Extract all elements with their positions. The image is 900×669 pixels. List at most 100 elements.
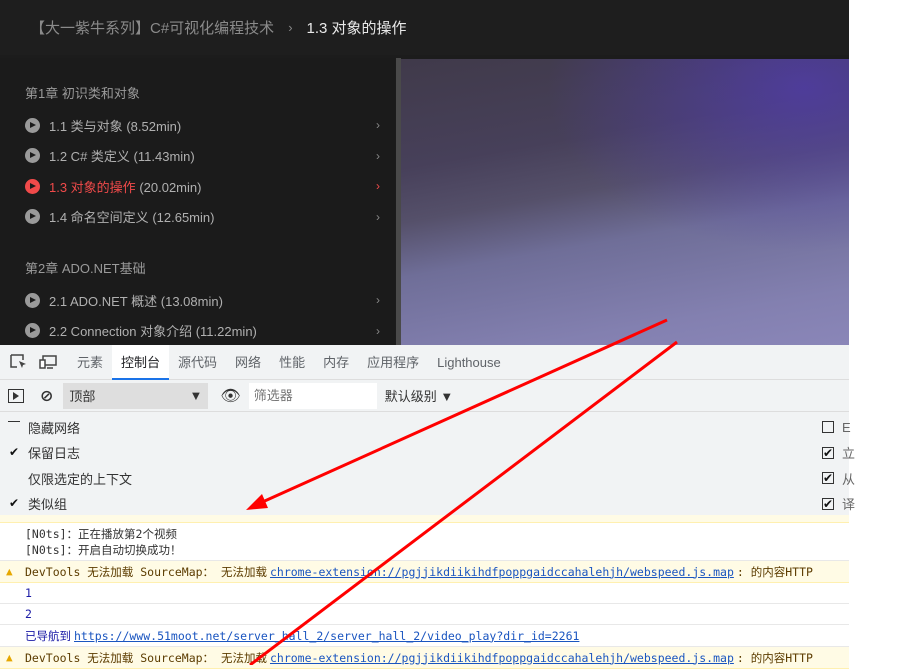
play-circle-icon — [25, 323, 40, 338]
checkbox-checked[interactable]: ✔ — [822, 497, 834, 510]
console-toolbar: ⊘ 顶部 ▼ 👁 默认级别 ▼ — [0, 380, 849, 412]
setting-option[interactable]: ✔ 译 — [822, 493, 855, 515]
checkbox-checked[interactable]: ✔ — [8, 497, 20, 510]
context-select[interactable]: 顶部 ▼ — [63, 382, 209, 409]
course-player: 【大一紫牛系列】C#可视化编程技术 › 1.3 对象的操作 第1章 初识类和对象… — [0, 0, 849, 345]
lesson-duration: (13.08min) — [160, 293, 223, 309]
clear-console-icon[interactable]: ⊘ — [40, 386, 53, 406]
breadcrumb: 【大一紫牛系列】C#可视化编程技术 › 1.3 对象的操作 — [0, 0, 849, 55]
console-log: [N0ts]：开启自动切换成功！ — [25, 542, 182, 557]
setting-label: E — [842, 419, 851, 435]
checkbox[interactable] — [822, 421, 834, 433]
tab-6[interactable]: 应用程序 — [358, 345, 428, 380]
chevron-right-icon: › — [376, 323, 380, 338]
filter-input[interactable] — [248, 382, 377, 409]
setting-label: 立 — [842, 446, 856, 461]
lesson-name: 1.3 对象的操作 — [49, 179, 136, 195]
warning-suffix: : 的内容HTTP — [736, 650, 813, 665]
warning-text: DevTools 无法加载 SourceMap： 无法加载 — [25, 650, 267, 665]
tab-4[interactable]: 性能 — [270, 345, 314, 380]
video-player[interactable] — [401, 59, 849, 345]
play-circle-icon — [25, 292, 40, 308]
checkbox-checked[interactable]: ✔ — [8, 446, 20, 459]
lesson-name: 1.2 C# 类定义 — [49, 149, 130, 164]
checkbox-hidden — [8, 472, 20, 484]
warning-icon: ▲ — [6, 651, 13, 664]
context-value: 顶部 — [69, 389, 96, 404]
log-level-select[interactable]: 默认级别 ▼ — [385, 386, 453, 405]
lesson-duration: (20.02min) — [139, 179, 202, 195]
warning-link[interactable]: chrome-extension://pgjjikdiikihdfpoppgai… — [270, 651, 734, 665]
setting-option[interactable]: ✔ 立 — [822, 442, 855, 464]
console-settings: 隐藏网络 ✔ 保留日志 仅限选定的上下文 ✔ 类似组 E ✔ 立 ✔ 从 ✔ 译 — [0, 412, 855, 516]
live-expression-eye-icon[interactable]: 👁 — [220, 386, 240, 406]
tab-2[interactable]: 源代码 — [169, 345, 226, 380]
breadcrumb-separator: › — [288, 20, 293, 35]
sidebar-toggle-icon[interactable] — [8, 388, 24, 403]
navigation-link[interactable]: https://www.51moot.net/server_hall_2/ser… — [74, 629, 579, 643]
lesson-item[interactable]: 1.3 对象的操作 (20.02min) › — [25, 175, 380, 197]
checkbox-checked[interactable]: ✔ — [822, 472, 834, 484]
console-row-partial — [0, 515, 849, 523]
console-warning: ▲ DevTools 无法加载 SourceMap： 无法加载 chrome-e… — [0, 647, 849, 669]
play-circle-icon — [25, 148, 40, 163]
console-value: 1 — [0, 583, 849, 604]
console-log-group: [N0ts]：正在播放第2个视频 [N0ts]：开启自动切换成功！ — [0, 523, 849, 561]
lesson-duration: (11.43min) — [133, 149, 195, 164]
warning-icon: ▲ — [6, 565, 13, 578]
setting-option[interactable]: 仅限选定的上下文 — [8, 467, 132, 489]
lesson-name: 1.1 类与对象 — [49, 118, 123, 134]
lesson-label: 2.1 ADO.NET 概述 (13.08min) — [49, 291, 376, 310]
chapter-title: 第2章 ADO.NET基础 — [25, 261, 146, 276]
lesson-duration: (12.65min) — [152, 210, 215, 225]
inspect-element-icon[interactable] — [8, 352, 30, 372]
setting-option[interactable]: ✔ 类似组 — [8, 493, 67, 515]
warning-suffix: : 的内容HTTP — [736, 564, 813, 579]
chevron-right-icon: › — [376, 209, 380, 224]
navigation-label: 已导航到 — [25, 628, 71, 643]
breadcrumb-current: 1.3 对象的操作 — [306, 20, 407, 37]
lesson-duration: (11.22min) — [195, 324, 257, 339]
setting-label: 隐藏网络 — [28, 420, 81, 436]
warning-link[interactable]: chrome-extension://pgjjikdiikihdfpoppgai… — [270, 565, 734, 579]
tab-3[interactable]: 网络 — [226, 345, 270, 380]
value-text: 1 — [25, 586, 32, 600]
lesson-item[interactable]: 2.1 ADO.NET 概述 (13.08min) › — [25, 289, 380, 311]
lesson-name: 2.1 ADO.NET 概述 — [49, 293, 158, 309]
console-output: [N0ts]：正在播放第2个视频 [N0ts]：开启自动切换成功！ ▲ DevT… — [0, 515, 849, 669]
checkbox[interactable] — [8, 421, 20, 433]
chevron-right-icon: › — [376, 293, 380, 307]
tab-1[interactable]: 控制台 — [112, 344, 170, 380]
tab-5[interactable]: 内存 — [314, 345, 358, 380]
chevron-right-icon: › — [376, 118, 380, 132]
tab-7[interactable]: Lighthouse — [428, 345, 510, 380]
chevron-right-icon: › — [376, 148, 380, 163]
checkbox-checked[interactable]: ✔ — [822, 446, 834, 459]
device-toolbar-icon[interactable] — [38, 352, 60, 372]
setting-option[interactable]: E — [822, 416, 851, 438]
chapter-title: 第1章 初识类和对象 — [25, 86, 140, 101]
console-navigation: 已导航到 https://www.51moot.net/server_hall_… — [0, 625, 849, 647]
lesson-item[interactable]: 1.4 命名空间定义 (12.65min) › — [25, 206, 380, 228]
breadcrumb-course[interactable]: 【大一紫牛系列】C#可视化编程技术 — [30, 17, 274, 38]
lesson-item[interactable]: 2.2 Connection 对象介绍 (11.22min) › — [25, 320, 380, 342]
lesson-name: 1.4 命名空间定义 — [49, 210, 149, 225]
chevron-right-icon: › — [376, 179, 380, 193]
lesson-label: 1.2 C# 类定义 (11.43min) — [49, 146, 376, 165]
play-circle-icon — [25, 178, 40, 194]
setting-label: 从 — [842, 471, 856, 487]
lesson-item[interactable]: 1.2 C# 类定义 (11.43min) › — [25, 145, 380, 167]
lesson-label: 1.4 命名空间定义 (12.65min) — [49, 207, 376, 226]
setting-label: 保留日志 — [28, 446, 81, 461]
setting-option[interactable]: ✔ 从 — [822, 467, 855, 489]
setting-option[interactable]: 隐藏网络 — [8, 416, 80, 438]
setting-label: 类似组 — [28, 497, 68, 512]
setting-label: 译 — [842, 497, 856, 512]
lesson-label: 1.3 对象的操作 (20.02min) — [49, 177, 376, 196]
lesson-item[interactable]: 1.1 类与对象 (8.52min) › — [25, 114, 380, 136]
play-circle-icon — [25, 209, 40, 224]
console-value: 2 — [0, 604, 849, 625]
play-circle-icon — [25, 117, 40, 133]
setting-option[interactable]: ✔ 保留日志 — [8, 442, 80, 464]
tab-0[interactable]: 元素 — [68, 345, 112, 380]
